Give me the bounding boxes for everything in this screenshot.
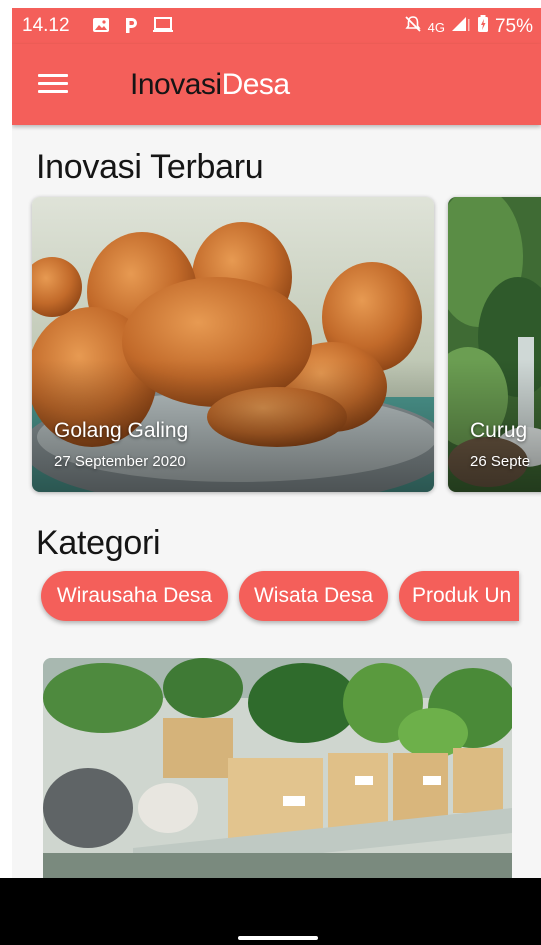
status-bar: 14.12 4G 75% — [12, 8, 541, 44]
featured-image — [43, 658, 512, 878]
laptop-icon — [152, 16, 174, 34]
innovation-card[interactable]: Curug 26 Septe — [448, 197, 541, 492]
app-title: InovasiDesa — [130, 68, 290, 102]
innovation-card[interactable]: Golang Galing 27 September 2020 — [32, 197, 434, 492]
brand-part-2: Desa — [221, 68, 291, 101]
app-bar: InovasiDesa — [12, 44, 541, 125]
section-title-latest: Inovasi Terbaru — [36, 148, 264, 186]
status-time: 14.12 — [22, 15, 70, 36]
home-indicator[interactable] — [238, 936, 318, 940]
card-date: 27 September 2020 — [54, 453, 186, 470]
battery-icon — [477, 15, 489, 39]
card-date: 26 Septe — [470, 453, 531, 470]
category-chip-wirausaha[interactable]: Wirausaha Desa — [41, 571, 228, 621]
card-title: Golang Galing — [54, 419, 189, 442]
category-chip-wisata[interactable]: Wisata Desa — [239, 571, 388, 621]
featured-image-card[interactable] — [43, 658, 512, 878]
app-screen: 14.12 4G 75% InovasiDesa Inovasi Terbaru… — [12, 8, 541, 878]
signal-icon — [451, 16, 471, 38]
system-navigation-bar — [0, 878, 541, 945]
image-icon — [92, 16, 110, 34]
card-image — [32, 197, 434, 492]
network-type: 4G — [427, 19, 445, 35]
card-title: Curug — [470, 419, 528, 442]
battery-percent: 75% — [494, 16, 533, 37]
brand-part-1: Inovasi — [130, 68, 222, 101]
mute-icon — [404, 15, 422, 39]
card-image — [448, 197, 541, 492]
section-title-categories: Kategori — [36, 524, 161, 562]
hamburger-menu-icon[interactable] — [38, 72, 68, 96]
parking-icon — [124, 16, 138, 34]
category-chip-produk[interactable]: Produk Un — [399, 571, 519, 621]
status-right-group: 4G 75% — [404, 15, 533, 39]
